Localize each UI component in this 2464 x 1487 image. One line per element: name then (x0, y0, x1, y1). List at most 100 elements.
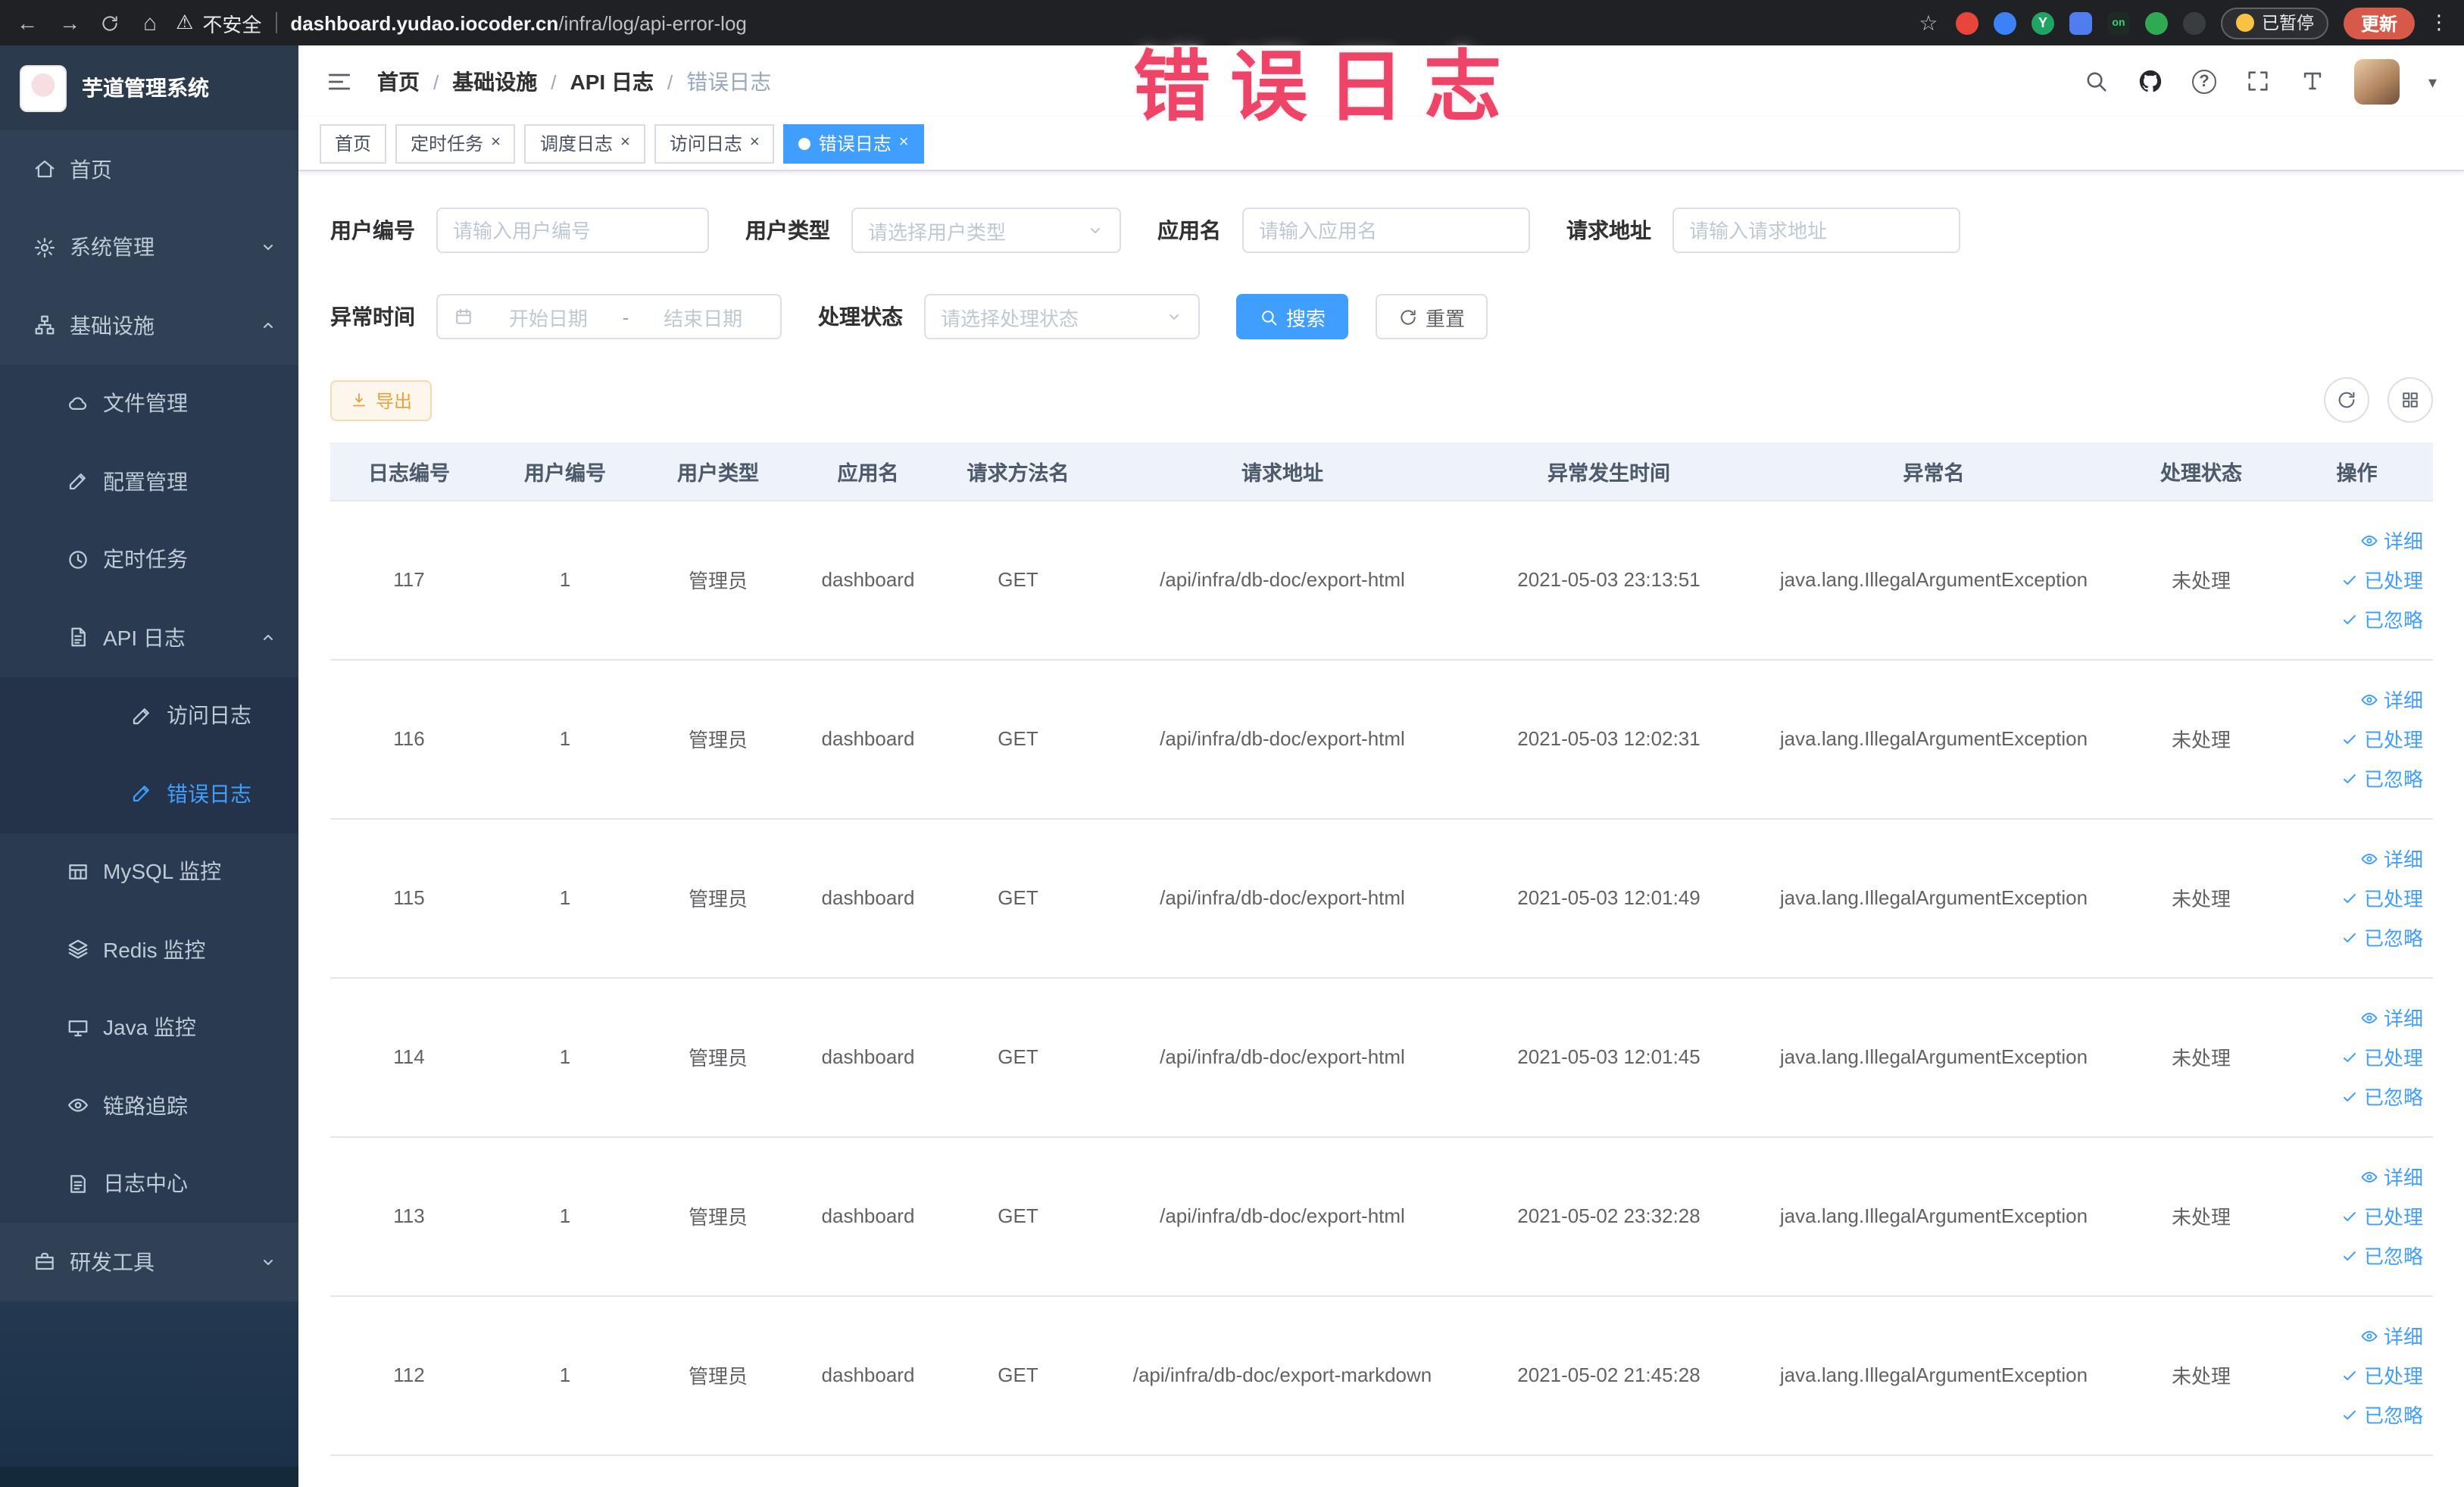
date-range-picker[interactable]: 开始日期 - 结束日期 (436, 294, 782, 339)
sidebar-item-tracing[interactable]: 链路追踪 (0, 1067, 298, 1145)
action-processed[interactable]: 已处理 (2341, 565, 2423, 594)
action-ignored[interactable]: 已忽略 (2341, 604, 2423, 633)
extension-icon[interactable] (2031, 11, 2054, 34)
field-label: 用户编号 (330, 218, 415, 242)
search-button[interactable]: 搜索 (1236, 294, 1349, 339)
table-row: 117 1 管理员 dashboard GET /api/infra/db-do… (330, 500, 2432, 660)
start-date-placeholder: 开始日期 (508, 307, 588, 330)
user-id-input[interactable] (436, 208, 709, 253)
range-separator: - (622, 305, 629, 328)
back-button[interactable] (15, 11, 39, 35)
sidebar-item-redis-monitor[interactable]: Redis 监控 (0, 911, 298, 989)
user-avatar[interactable] (2353, 58, 2400, 104)
bookmark-star-icon[interactable] (1916, 10, 1941, 36)
sidebar-item-access-log[interactable]: 访问日志 (0, 676, 298, 754)
table-header-row: 日志编号 用户编号 用户类型 应用名 请求方法名 请求地址 异常发生时间 异常名… (330, 442, 2432, 501)
help-icon[interactable] (2191, 69, 2216, 93)
hamburger-icon[interactable] (326, 67, 353, 95)
extension-icon[interactable] (2182, 11, 2206, 34)
app-name-input[interactable] (1242, 208, 1530, 253)
action-ignored[interactable]: 已忽略 (2341, 1241, 2423, 1270)
browser-home-button[interactable] (138, 10, 162, 36)
cell-user-id: 1 (488, 500, 642, 660)
column-settings-button[interactable] (2387, 377, 2432, 423)
action-processed[interactable]: 已处理 (2341, 1201, 2423, 1230)
action-processed[interactable]: 已处理 (2341, 1042, 2423, 1071)
table-tools (2323, 377, 2432, 423)
security-indicator[interactable]: 不安全 (176, 8, 261, 37)
action-processed[interactable]: 已处理 (2341, 724, 2423, 753)
cell-time: 2021-05-03 12:01:45 (1471, 977, 1747, 1137)
close-icon[interactable] (491, 135, 501, 152)
cell-method: GET (942, 659, 1094, 819)
action-processed[interactable]: 已处理 (2341, 883, 2423, 912)
action-ignored[interactable]: 已忽略 (2341, 1400, 2423, 1429)
breadcrumb-item[interactable]: API 日志 (570, 66, 654, 96)
action-detail[interactable]: 详细 (2361, 1321, 2423, 1350)
extension-icon[interactable] (2106, 11, 2130, 34)
extension-icon[interactable] (2144, 11, 2168, 34)
eye-icon (2361, 1008, 2379, 1026)
action-ignored[interactable]: 已忽略 (2341, 1082, 2423, 1111)
font-size-icon[interactable] (2300, 68, 2325, 94)
sidebar-item-file-management[interactable]: 文件管理 (0, 364, 298, 442)
search-icon[interactable] (2083, 68, 2109, 94)
export-button[interactable]: 导出 (330, 380, 433, 420)
sidebar-item-java-monitor[interactable]: Java 监控 (0, 989, 298, 1067)
cell-time: 2021-05-03 12:01:49 (1471, 818, 1747, 978)
refresh-button[interactable] (2323, 377, 2369, 423)
edit-icon (130, 783, 153, 805)
forward-button[interactable] (58, 11, 82, 35)
sidebar-item-home[interactable]: 首页 (0, 130, 298, 208)
update-button[interactable]: 更新 (2344, 7, 2414, 39)
action-detail[interactable]: 详细 (2361, 844, 2423, 873)
sidebar-item-dev-tools[interactable]: 研发工具 (0, 1223, 298, 1301)
sidebar-logo[interactable]: 芋道管理系统 (0, 45, 298, 130)
column-header: 用户编号 (488, 442, 642, 501)
sidebar-item-error-log[interactable]: 错误日志 (0, 754, 298, 833)
action-processed[interactable]: 已处理 (2341, 1360, 2423, 1389)
paused-badge[interactable]: 已暂停 (2220, 7, 2329, 39)
sidebar-item-system[interactable]: 系统管理 (0, 208, 298, 286)
extension-icon[interactable] (2069, 11, 2092, 34)
extension-icon[interactable] (1993, 11, 2016, 34)
check-icon (2341, 928, 2359, 946)
browser-menu-icon[interactable] (2429, 11, 2449, 35)
cell-app-name: dashboard (794, 659, 942, 819)
action-detail[interactable]: 详细 (2361, 1003, 2423, 1032)
address-bar[interactable]: dashboard.yudao.iocoder.cn/infra/log/api… (290, 11, 1903, 34)
close-icon[interactable] (899, 135, 909, 152)
reset-button[interactable]: 重置 (1376, 294, 1488, 339)
action-detail[interactable]: 详细 (2361, 526, 2423, 555)
fullscreen-icon[interactable] (2245, 68, 2271, 94)
chevron-down-icon (259, 239, 277, 257)
process-status-select[interactable]: 请选择处理状态 (924, 294, 1200, 339)
tab-scheduled-tasks[interactable]: 定时任务 (395, 123, 516, 163)
tab-access-log[interactable]: 访问日志 (654, 123, 775, 163)
eye-icon (2361, 690, 2379, 708)
github-icon[interactable] (2138, 68, 2163, 94)
close-icon[interactable] (620, 135, 630, 152)
sidebar-item-api-log[interactable]: API 日志 (0, 598, 298, 676)
breadcrumb-item[interactable]: 基础设施 (452, 66, 537, 96)
sidebar-item-mysql-monitor[interactable]: MySQL 监控 (0, 833, 298, 911)
field-label: 用户类型 (745, 218, 830, 242)
request-url-input[interactable] (1672, 208, 1960, 253)
user-type-select[interactable]: 请选择用户类型 (851, 208, 1121, 253)
breadcrumb-item[interactable]: 首页 (377, 66, 420, 96)
action-ignored[interactable]: 已忽略 (2341, 923, 2423, 951)
action-detail[interactable]: 详细 (2361, 685, 2423, 714)
close-icon[interactable] (750, 135, 760, 152)
extension-icon[interactable] (1955, 11, 1978, 34)
sidebar-item-scheduled-tasks[interactable]: 定时任务 (0, 520, 298, 598)
button-label: 搜索 (1286, 307, 1326, 330)
action-detail[interactable]: 详细 (2361, 1162, 2423, 1191)
sidebar-item-log-center[interactable]: 日志中心 (0, 1145, 298, 1223)
tab-error-log[interactable]: 错误日志 (783, 123, 924, 163)
tab-dispatch-log[interactable]: 调度日志 (524, 123, 645, 163)
action-ignored[interactable]: 已忽略 (2341, 764, 2423, 792)
reload-button[interactable] (100, 13, 120, 33)
sidebar-item-infra[interactable]: 基础设施 (0, 286, 298, 364)
sidebar-item-config-management[interactable]: 配置管理 (0, 442, 298, 520)
tab-home[interactable]: 首页 (320, 123, 387, 163)
